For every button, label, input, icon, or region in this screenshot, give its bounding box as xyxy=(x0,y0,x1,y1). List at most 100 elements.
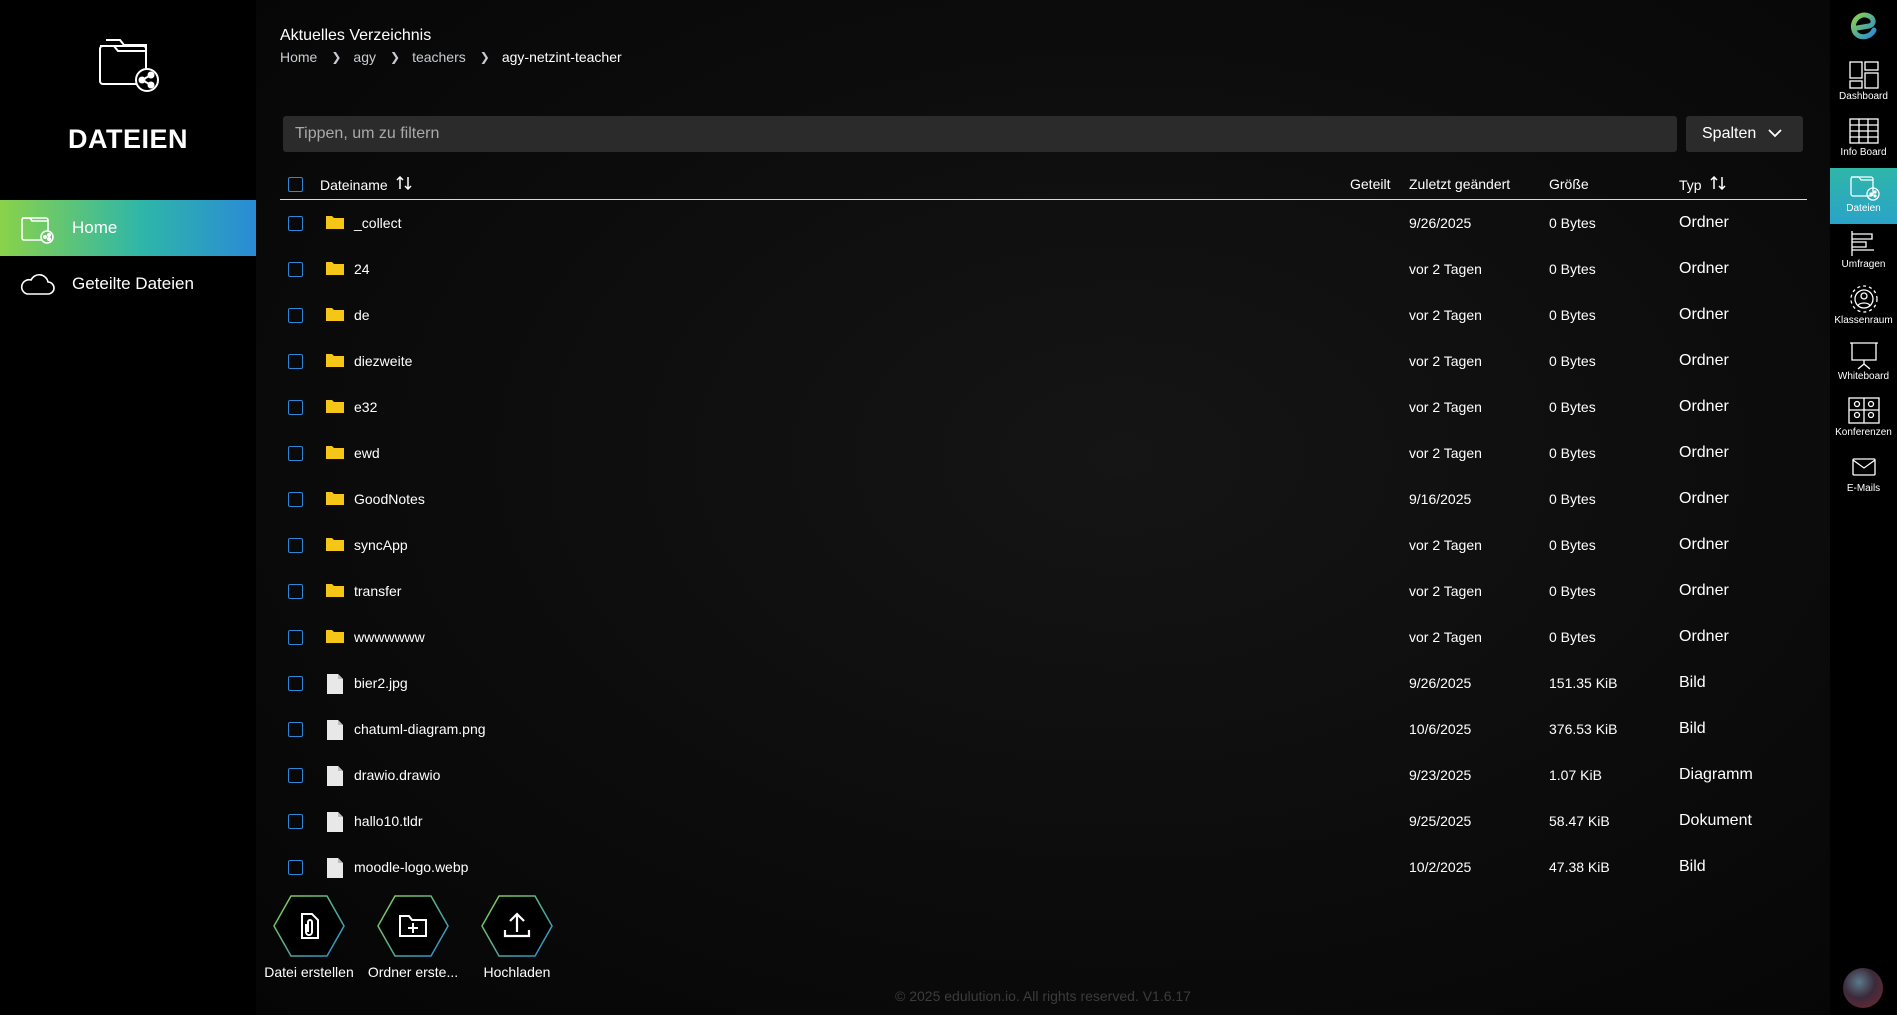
column-header-size[interactable]: Größe xyxy=(1549,176,1589,192)
file-modified: vor 2 Tagen xyxy=(1409,629,1482,645)
rail-item-label: Info Board xyxy=(1840,147,1887,158)
rail-item-classroom[interactable]: Klassenraum xyxy=(1830,280,1897,336)
file-type: Ordner xyxy=(1679,536,1729,553)
create-file-button[interactable]: Datei erstellen xyxy=(254,894,364,980)
file-type: Ordner xyxy=(1679,628,1729,645)
file-type: Bild xyxy=(1679,858,1706,875)
column-header-name[interactable]: Dateiname xyxy=(320,175,412,193)
file-name[interactable]: diezweite xyxy=(354,353,412,369)
sort-icon[interactable] xyxy=(396,175,412,193)
select-all-checkbox[interactable] xyxy=(288,177,303,192)
file-name[interactable]: ewd xyxy=(354,445,380,461)
row-checkbox[interactable] xyxy=(288,354,303,369)
file-name[interactable]: drawio.drawio xyxy=(354,767,440,783)
file-name[interactable]: GoodNotes xyxy=(354,491,425,507)
create-folder-button[interactable]: Ordner erste... xyxy=(358,894,468,980)
rail-item-label: Klassenraum xyxy=(1834,315,1893,326)
file-name[interactable]: 24 xyxy=(354,261,370,277)
table-row[interactable]: 24 vor 2 Tagen 0 Bytes Ordner xyxy=(280,246,1807,292)
file-name[interactable]: wwwwwww xyxy=(354,629,425,645)
table-row[interactable]: transfer vor 2 Tagen 0 Bytes Ordner xyxy=(280,568,1807,614)
sort-icon[interactable] xyxy=(1710,175,1726,193)
row-checkbox[interactable] xyxy=(288,630,303,645)
breadcrumb-item[interactable]: teachers xyxy=(412,49,466,65)
row-checkbox[interactable] xyxy=(288,722,303,737)
file-name[interactable]: moodle-logo.webp xyxy=(354,859,468,875)
table-row[interactable]: GoodNotes 9/16/2025 0 Bytes Ordner xyxy=(280,476,1807,522)
breadcrumb-item-current[interactable]: agy-netzint-teacher xyxy=(502,49,622,65)
table-row[interactable]: wwwwwww vor 2 Tagen 0 Bytes Ordner xyxy=(280,614,1807,660)
rail-item-surveys[interactable]: Umfragen xyxy=(1830,224,1897,280)
upload-button[interactable]: Hochladen xyxy=(462,894,572,980)
table-row[interactable]: ewd vor 2 Tagen 0 Bytes Ordner xyxy=(280,430,1807,476)
table-row[interactable]: moodle-logo.webp 10/2/2025 47.38 KiB Bild xyxy=(280,844,1807,890)
row-checkbox[interactable] xyxy=(288,308,303,323)
row-checkbox[interactable] xyxy=(288,262,303,277)
file-modified: 9/23/2025 xyxy=(1409,767,1472,783)
file-type: Ordner xyxy=(1679,352,1729,369)
rail-item-files[interactable]: Dateien xyxy=(1830,168,1897,224)
sidebar-item-home[interactable]: Home xyxy=(0,200,256,256)
breadcrumb-item[interactable]: agy xyxy=(353,49,376,65)
file-name[interactable]: bier2.jpg xyxy=(354,675,408,691)
file-size: 0 Bytes xyxy=(1549,399,1596,415)
whiteboard-icon xyxy=(1849,342,1878,370)
row-checkbox[interactable] xyxy=(288,860,303,875)
file-name[interactable]: de xyxy=(354,307,370,323)
file-type: Dokument xyxy=(1679,812,1752,829)
chevron-right-icon: ❯ xyxy=(390,50,401,64)
folder-icon xyxy=(325,213,345,233)
row-checkbox[interactable] xyxy=(288,814,303,829)
folder-icon xyxy=(325,259,345,279)
rail-item-whiteboard[interactable]: Whiteboard xyxy=(1830,336,1897,392)
hexagon-button[interactable] xyxy=(376,894,450,958)
table-row[interactable]: _collect 9/26/2025 0 Bytes Ordner xyxy=(280,200,1807,246)
table-row[interactable]: de vor 2 Tagen 0 Bytes Ordner xyxy=(280,292,1807,338)
file-type: Ordner xyxy=(1679,444,1729,461)
table-row[interactable]: e32 vor 2 Tagen 0 Bytes Ordner xyxy=(280,384,1807,430)
row-checkbox[interactable] xyxy=(288,538,303,553)
filter-input[interactable] xyxy=(283,116,1677,152)
sidebar-item-shared-files[interactable]: Geteilte Dateien xyxy=(0,256,256,312)
row-checkbox[interactable] xyxy=(288,216,303,231)
rail-item-conferences[interactable]: Konferenzen xyxy=(1830,392,1897,448)
hexagon-button[interactable] xyxy=(272,894,346,958)
column-header-shared[interactable]: Geteilt xyxy=(1350,176,1390,192)
table-row[interactable]: diezweite vor 2 Tagen 0 Bytes Ordner xyxy=(280,338,1807,384)
file-name[interactable]: _collect xyxy=(354,215,401,231)
edulution-logo-icon[interactable] xyxy=(1830,8,1897,49)
file-name[interactable]: chatuml-diagram.png xyxy=(354,721,486,737)
mail-icon xyxy=(1851,458,1876,476)
rail-item-emails[interactable]: E-Mails xyxy=(1830,448,1897,504)
classroom-icon xyxy=(1849,285,1878,313)
row-checkbox[interactable] xyxy=(288,400,303,415)
columns-button[interactable]: Spalten xyxy=(1686,116,1803,152)
table-row[interactable]: bier2.jpg 9/26/2025 151.35 KiB Bild xyxy=(280,660,1807,706)
row-checkbox[interactable] xyxy=(288,584,303,599)
table-row[interactable]: drawio.drawio 9/23/2025 1.07 KiB Diagramm xyxy=(280,752,1807,798)
hexagon-button[interactable] xyxy=(480,894,554,958)
column-header-modified[interactable]: Zuletzt geändert xyxy=(1409,176,1510,192)
row-checkbox[interactable] xyxy=(288,446,303,461)
folder-icon xyxy=(325,305,345,325)
row-checkbox[interactable] xyxy=(288,492,303,507)
user-avatar[interactable] xyxy=(1843,968,1883,1008)
row-checkbox[interactable] xyxy=(288,768,303,783)
table-header: Dateiname Geteilt Zuletzt geändert Größe… xyxy=(280,170,1807,200)
table-row[interactable]: syncApp vor 2 Tagen 0 Bytes Ordner xyxy=(280,522,1807,568)
folder-icon xyxy=(325,581,345,601)
action-label: Hochladen xyxy=(483,964,551,980)
rail-item-dashboard[interactable]: Dashboard xyxy=(1830,56,1897,112)
table-row[interactable]: chatuml-diagram.png 10/6/2025 376.53 KiB Bi… xyxy=(280,706,1807,752)
file-name[interactable]: e32 xyxy=(354,399,377,415)
table-row[interactable]: hallo10.tldr 9/25/2025 58.47 KiB Dokument xyxy=(280,798,1807,844)
file-name[interactable]: hallo10.tldr xyxy=(354,813,423,829)
file-name[interactable]: transfer xyxy=(354,583,401,599)
breadcrumb: Home ❯ agy ❯ teachers ❯ agy-netzint-teac… xyxy=(280,49,622,65)
file-name[interactable]: syncApp xyxy=(354,537,408,553)
action-label: Ordner erste... xyxy=(367,964,459,980)
breadcrumb-item[interactable]: Home xyxy=(280,49,317,65)
row-checkbox[interactable] xyxy=(288,676,303,691)
column-header-type[interactable]: Typ xyxy=(1679,175,1726,193)
rail-item-info-board[interactable]: Info Board xyxy=(1830,112,1897,168)
